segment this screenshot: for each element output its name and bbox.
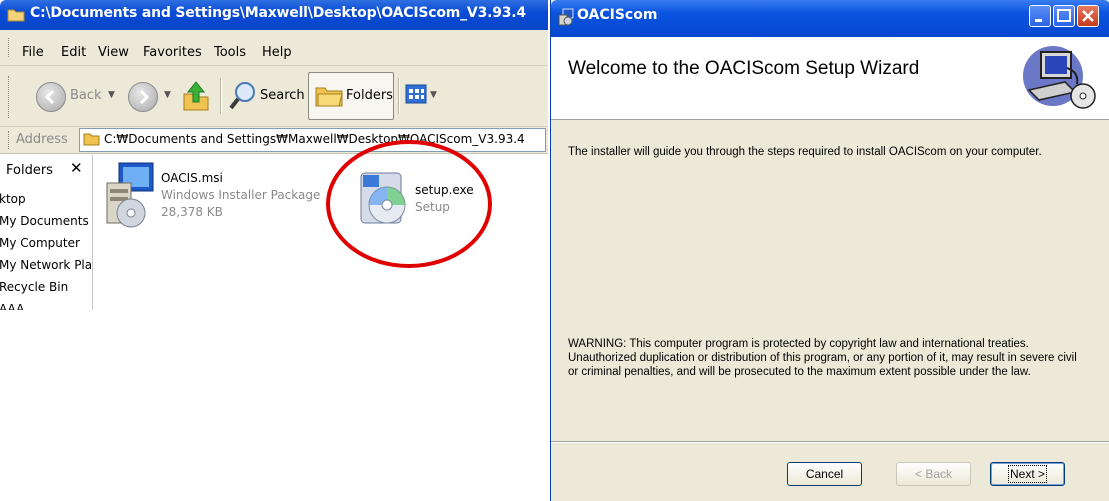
close-icon [1082,10,1094,22]
explorer-window: C:\Documents and Settings\Maxwell\Deskto… [0,0,548,310]
installer-icon [558,8,574,26]
explorer-menu-bar: File Edit View Favorites Tools Help [0,30,548,66]
cancel-button[interactable]: Cancel [787,462,862,486]
forward-arrow-icon [139,89,150,105]
menu-help[interactable]: Help [262,45,292,60]
wizard-divider [551,441,1109,443]
menu-edit[interactable]: Edit [61,45,86,60]
msi-package-icon [106,162,154,228]
warning-line: Unauthorized duplication or distribution… [568,352,1077,364]
warning-line: WARNING: This computer program is protec… [568,338,1029,350]
file-item-msi[interactable]: OACIS.msi Windows Installer Package 28,3… [103,161,333,261]
folders-button[interactable]: Folders [308,72,394,120]
views-dropdown-icon[interactable]: ▼ [430,90,437,100]
search-button[interactable]: Search [260,88,305,103]
toolbar-separator [220,78,222,114]
wizard-intro-text: The installer will guide you through the… [568,146,1042,158]
up-folder-icon[interactable] [182,80,210,112]
explorer-title-bar[interactable]: C:\Documents and Settings\Maxwell\Deskto… [0,0,548,30]
cancel-button-label: Cancel [805,467,844,481]
next-button-label: Next > [1007,465,1048,483]
highlight-circle [326,140,492,268]
address-field[interactable]: C:₩Documents and Settings₩Maxwell₩Deskto… [79,128,546,152]
search-icon[interactable] [229,80,257,110]
computer-setup-icon [1023,46,1096,109]
back-label[interactable]: Back [70,88,102,103]
folder-icon [7,9,25,22]
maximize-button[interactable] [1053,5,1075,27]
setup-wizard-window: OACIScom Welcome to the OACIScom Setup W… [550,0,1109,501]
folders-label: Folders [346,88,393,103]
menu-favorites[interactable]: Favorites [143,45,202,60]
folder-icon [83,133,100,146]
folder-tree-item[interactable]: AAA [0,302,91,310]
warning-line: or criminal penalties, and will be prose… [568,366,1031,378]
explorer-title: C:\Documents and Settings\Maxwell\Deskto… [30,5,526,21]
wizard-heading: Welcome to the OACIScom Setup Wizard [568,58,920,79]
address-label: Address [16,132,68,147]
explorer-toolbar: Back ▼ ▼ Search Folders ▼ [0,66,548,127]
folders-icon [315,87,343,107]
wizard-title: OACIScom [577,7,658,23]
toolbar-grip[interactable] [8,76,12,118]
minimize-icon [1035,19,1042,22]
folder-tree-item[interactable]: My Network Places [0,258,91,272]
file-name: OACIS.msi [161,171,223,185]
back-button[interactable]: < Back [896,462,971,486]
close-button[interactable] [1077,5,1099,27]
folder-tree-item[interactable]: Recycle Bin [0,280,91,294]
folders-pane: Folders ✕ ktop My Documents My Computer … [0,155,93,310]
wizard-warning-text: WARNING: This computer program is protec… [568,337,1108,379]
minimize-button[interactable] [1029,5,1051,27]
address-bar: Address C:₩Documents and Settings₩Maxwel… [0,127,548,154]
maximize-icon [1057,9,1071,22]
wizard-header: Welcome to the OACIScom Setup Wizard [551,37,1109,120]
back-button-label: < Back [914,467,953,481]
menu-view[interactable]: View [98,45,129,60]
folder-tree-item[interactable]: ktop [0,192,91,206]
folder-tree-item[interactable]: My Computer [0,236,91,250]
back-dropdown-icon[interactable]: ▼ [108,90,115,100]
address-value[interactable]: C:₩Documents and Settings₩Maxwell₩Deskto… [104,132,525,146]
forward-dropdown-icon[interactable]: ▼ [164,90,171,100]
folders-pane-title: Folders [6,163,53,178]
menu-tools[interactable]: Tools [214,45,246,60]
next-button[interactable]: Next > [990,462,1065,486]
folder-tree-item[interactable]: My Documents [0,214,91,228]
wizard-title-bar[interactable]: OACIScom [551,0,1109,37]
back-button[interactable] [36,82,66,112]
close-icon[interactable]: ✕ [70,159,83,177]
back-arrow-icon [44,89,55,105]
toolbar-separator [398,78,400,114]
menu-grip[interactable] [8,38,12,57]
forward-button[interactable] [128,82,158,112]
address-grip[interactable] [8,131,12,149]
file-type: Windows Installer Package [161,188,321,202]
file-size: 28,378 KB [161,205,223,219]
menu-file[interactable]: File [22,45,44,60]
views-icon[interactable] [405,84,427,104]
